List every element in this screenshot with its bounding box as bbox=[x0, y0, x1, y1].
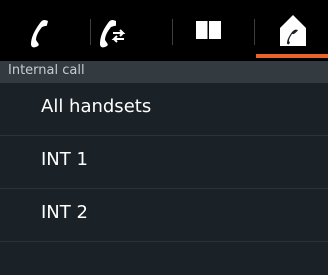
active-tab-indicator bbox=[256, 54, 328, 58]
phone-handset-icon bbox=[31, 19, 48, 48]
internal-call-screen: Internal call All handsets INT 1 INT 2 bbox=[0, 0, 328, 275]
internal-call-icon bbox=[280, 15, 306, 46]
list-item-label: INT 2 bbox=[41, 202, 88, 223]
tab-internal-call[interactable] bbox=[246, 0, 328, 61]
page-header: Internal call bbox=[0, 61, 328, 83]
tab-phone[interactable] bbox=[0, 0, 82, 61]
list-item-label: All handsets bbox=[41, 96, 152, 117]
list-item-all-handsets[interactable]: All handsets bbox=[0, 83, 328, 136]
list-item-label: INT 1 bbox=[41, 149, 88, 170]
call-transfer-icon bbox=[100, 19, 126, 48]
page-title: Internal call bbox=[8, 63, 85, 78]
tab-transfer[interactable] bbox=[82, 0, 164, 61]
list-item-int-1[interactable]: INT 1 bbox=[0, 136, 328, 189]
list-item-empty[interactable] bbox=[0, 242, 328, 275]
tab-phonebook[interactable] bbox=[164, 0, 246, 61]
tab-bar bbox=[0, 0, 328, 61]
list-item-int-2[interactable]: INT 2 bbox=[0, 189, 328, 242]
phonebook-icon bbox=[196, 21, 221, 39]
